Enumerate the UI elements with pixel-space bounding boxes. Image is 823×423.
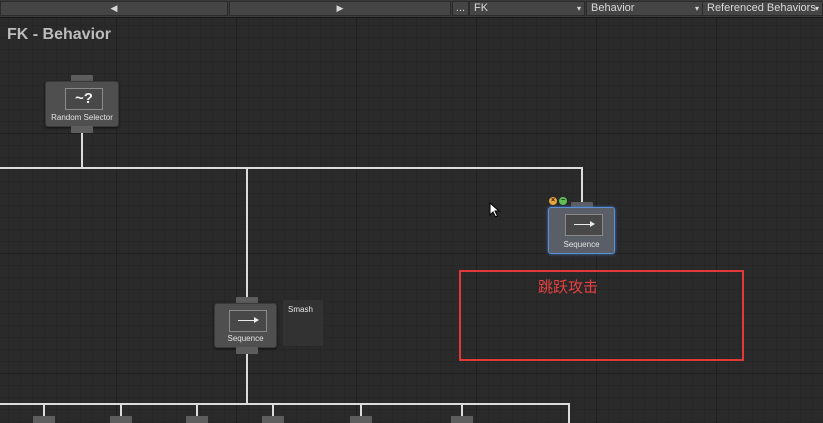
node-comment: Smash (283, 300, 323, 346)
graph-title: FK - Behavior (7, 26, 112, 43)
arrow-right-icon: ▶ (336, 3, 344, 13)
chevron-down-icon: ▾ (694, 4, 699, 13)
sequence-node-selected[interactable]: Sequence (548, 207, 615, 254)
object-dropdown[interactable]: FK ▾ (469, 1, 585, 16)
node-input-port[interactable] (33, 416, 55, 423)
connection-line (246, 352, 248, 404)
mouse-cursor-icon (489, 202, 501, 218)
annotation-label: 跳跃攻击 (538, 279, 599, 296)
chevron-down-icon: ▾ (814, 4, 819, 13)
random-selector-icon: ~? (65, 88, 103, 110)
connection-line (568, 403, 570, 423)
node-input-port[interactable] (451, 416, 473, 423)
arrow-right-icon (238, 317, 259, 323)
arrow-right-icon (574, 221, 595, 227)
connection-line (43, 403, 45, 416)
node-input-port[interactable] (186, 416, 208, 423)
connection-line (120, 403, 122, 416)
graph-canvas[interactable] (0, 17, 823, 423)
node-output-port[interactable] (71, 126, 93, 133)
connection-line (581, 167, 583, 202)
sequence-icon (565, 214, 603, 236)
behavior-dropdown[interactable]: Behavior ▾ (586, 1, 703, 16)
node-input-port[interactable] (350, 416, 372, 423)
connection-line (0, 403, 570, 405)
connection-line (461, 403, 463, 416)
forward-button[interactable]: ▶ (229, 1, 451, 16)
connection-line (81, 132, 83, 169)
sequence-node-smash[interactable]: Sequence (214, 303, 277, 348)
annotation-box (459, 270, 744, 361)
node-label: Sequence (563, 240, 600, 249)
node-output-port[interactable] (236, 347, 258, 354)
connection-line (272, 403, 274, 416)
connection-line (246, 167, 248, 298)
node-input-port[interactable] (262, 416, 284, 423)
collapse-icon[interactable]: − (559, 197, 567, 205)
node-label: Random Selector (51, 113, 113, 122)
connection-line (360, 403, 362, 416)
random-selector-node[interactable]: ~? Random Selector (45, 81, 119, 127)
sequence-icon (229, 310, 267, 332)
arrow-left-icon: ◀ (110, 3, 118, 13)
editor-toolbar: ◀ ▶ ... FK ▾ Behavior ▾ Referenced Behav… (0, 0, 823, 18)
node-input-port[interactable] (110, 416, 132, 423)
back-button[interactable]: ◀ (0, 1, 228, 16)
connection-line (196, 403, 198, 416)
connection-line (0, 167, 582, 169)
chevron-down-icon: ▾ (576, 4, 581, 13)
close-icon[interactable]: × (549, 197, 557, 205)
more-button[interactable]: ... (452, 1, 469, 16)
node-label: Sequence (227, 334, 264, 343)
referenced-behaviors-dropdown[interactable]: Referenced Behaviors ▾ (702, 1, 823, 16)
